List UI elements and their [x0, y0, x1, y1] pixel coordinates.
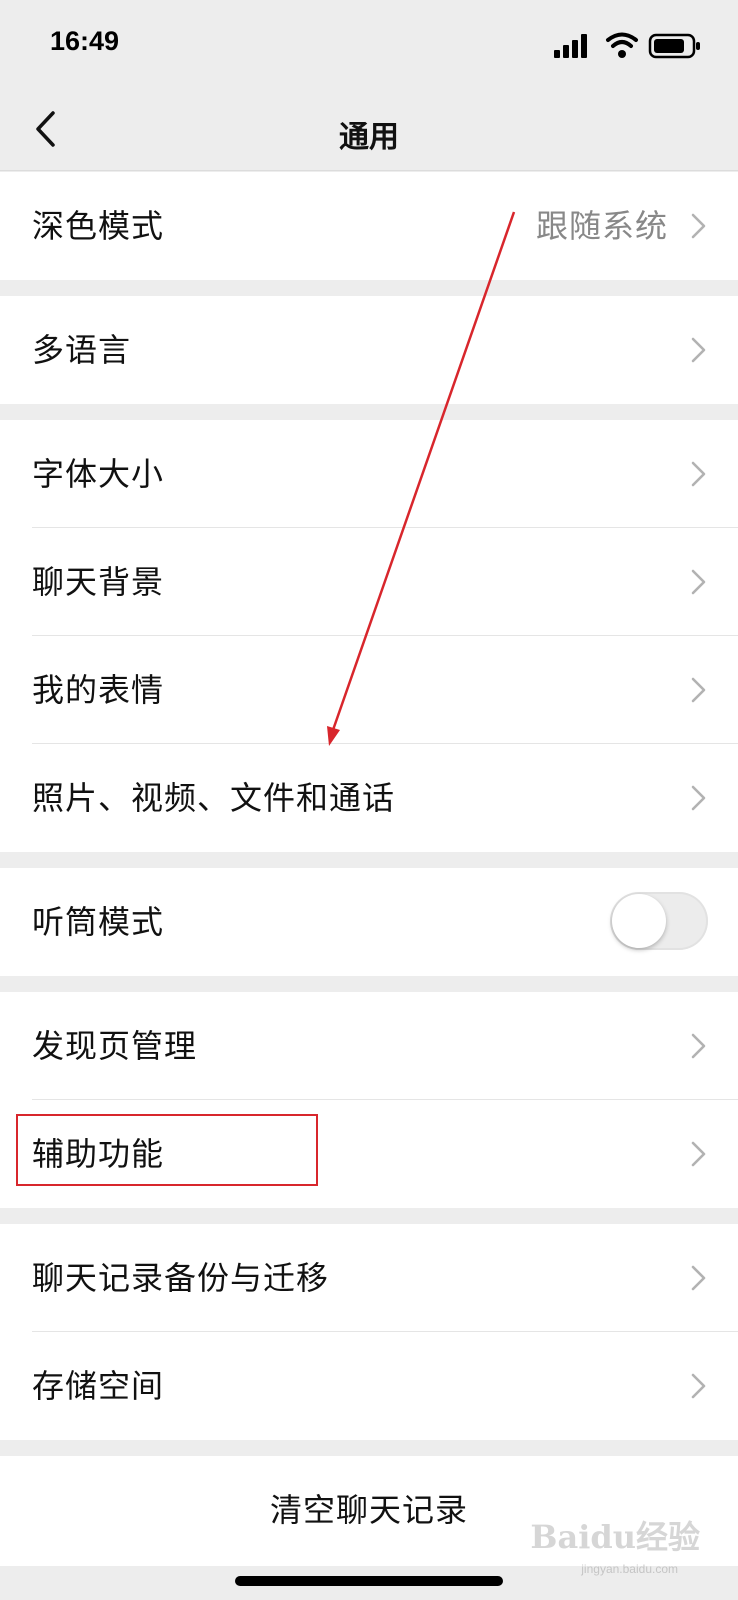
- row-label: 发现页管理: [32, 1027, 198, 1065]
- row-value: 跟随系统: [535, 207, 668, 245]
- settings-group-language: 多语言: [0, 296, 738, 404]
- settings-row-language[interactable]: 多语言: [0, 296, 738, 404]
- status-icons: [548, 30, 708, 62]
- settings-group-earpiece: 听筒模式: [0, 868, 738, 976]
- chevron-right-icon: [691, 1033, 706, 1059]
- signal-wifi-battery-icon: [554, 32, 700, 59]
- row-label: 多语言: [32, 331, 132, 369]
- chevron-right-icon: [691, 213, 706, 239]
- annotation-highlight-box: [16, 1114, 318, 1186]
- row-label: 照片、视频、文件和通话: [32, 779, 396, 817]
- chevron-right-icon: [691, 1265, 706, 1291]
- toggle-knob: [612, 894, 666, 948]
- chevron-right-icon: [691, 677, 706, 703]
- settings-row-font-size[interactable]: 字体大小: [0, 420, 738, 528]
- chevron-right-icon: [691, 461, 706, 487]
- settings-group-storage: 聊天记录备份与迁移 存储空间: [0, 1224, 738, 1440]
- home-indicator: [235, 1576, 503, 1586]
- settings-row-discover-management[interactable]: 发现页管理: [0, 992, 738, 1100]
- baidu-watermark-logo: Baidu经验: [530, 1518, 700, 1556]
- settings-row-media-files-calls[interactable]: 照片、视频、文件和通话: [0, 744, 738, 852]
- chevron-right-icon: [691, 785, 706, 811]
- chevron-right-icon: [691, 569, 706, 595]
- settings-row-chat-backup[interactable]: 聊天记录备份与迁移: [0, 1224, 738, 1332]
- row-label: 聊天背景: [32, 563, 165, 601]
- row-label: 存储空间: [32, 1367, 165, 1405]
- row-label: 听筒模式: [32, 903, 165, 941]
- chevron-right-icon: [691, 337, 706, 363]
- row-label: 深色模式: [32, 207, 165, 245]
- row-label: 聊天记录备份与迁移: [32, 1259, 330, 1297]
- settings-group-chat: 字体大小 聊天背景 我的表情 照片、视频、文件和通话: [0, 420, 738, 852]
- row-label: 我的表情: [32, 671, 165, 709]
- earpiece-mode-toggle[interactable]: [610, 892, 708, 950]
- settings-row-my-stickers[interactable]: 我的表情: [0, 636, 738, 744]
- settings-row-dark-mode[interactable]: 深色模式 跟随系统: [0, 172, 738, 280]
- chevron-right-icon: [691, 1373, 706, 1399]
- status-bar: 16:49: [0, 0, 738, 92]
- nav-bar: 通用: [0, 92, 738, 171]
- settings-row-earpiece-mode: 听筒模式: [0, 868, 738, 976]
- status-time: 16:49: [50, 26, 120, 56]
- chevron-right-icon: [691, 1141, 706, 1167]
- row-label: 字体大小: [32, 455, 165, 493]
- baidu-watermark-url: jingyan.baidu.com: [581, 1562, 678, 1576]
- settings-row-storage[interactable]: 存储空间: [0, 1332, 738, 1440]
- page-title: 通用: [339, 120, 399, 155]
- settings-group-display: 深色模式 跟随系统: [0, 172, 738, 280]
- settings-row-chat-background[interactable]: 聊天背景: [0, 528, 738, 636]
